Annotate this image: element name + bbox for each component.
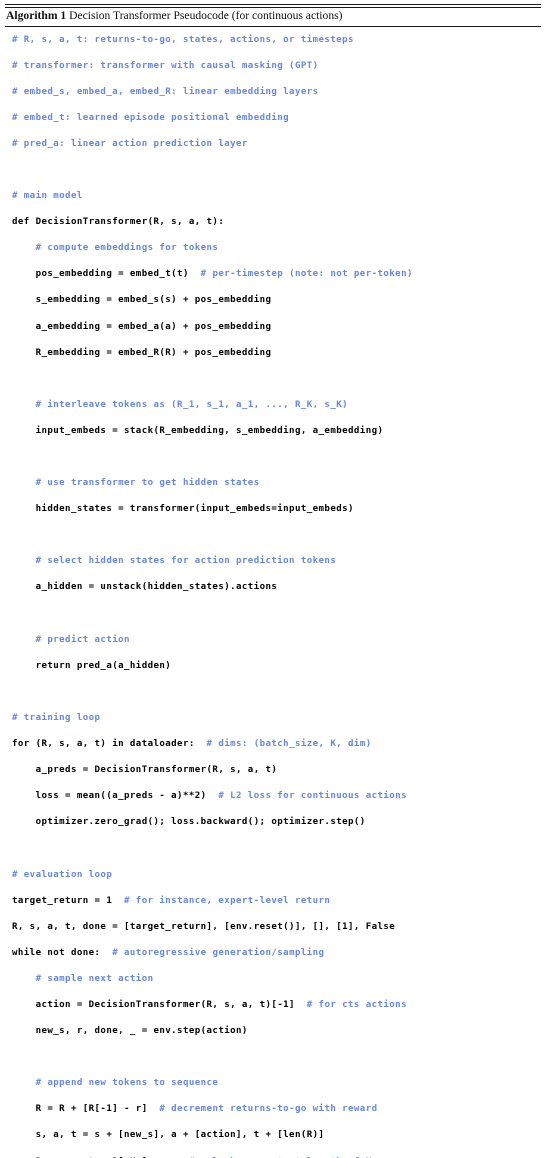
code-comment: # transformer: transformer with causal m… (12, 61, 319, 71)
code-line: a_embedding = embed_a(a) + pos_embedding (12, 321, 541, 334)
code-token: R = R + [R[-1] - r] (12, 1104, 148, 1114)
code-token: s, a, t = s + [new_s], a + [action], t +… (12, 1130, 324, 1140)
code-token: a_embedding = embed_a(a) + pos_embedding (12, 322, 271, 332)
code-comment: # main model (12, 191, 83, 201)
code-line: new_s, r, done, _ = env.step(action) (12, 1025, 541, 1038)
code-comment: # use transformer to get hidden states (12, 478, 260, 488)
code-line: R, s, a, t, done = [target_return], [env… (12, 921, 541, 934)
code-line: action = DecisionTransformer(R, s, a, t)… (12, 999, 541, 1012)
code-line: # interleave tokens as (R_1, s_1, a_1, .… (12, 399, 541, 412)
code-line: # compute embeddings for tokens (12, 242, 541, 255)
code-token: action = DecisionTransformer(R, s, a, t)… (12, 1000, 295, 1010)
code-line: a_hidden = unstack(hidden_states).action… (12, 581, 541, 594)
code-line: # transformer: transformer with causal m… (12, 60, 541, 73)
code-token: new_s, r, done, _ = env.step(action) (12, 1026, 248, 1036)
code-token: a_preds = DecisionTransformer(R, s, a, t… (12, 765, 277, 775)
code-blank-line (12, 164, 541, 177)
code-line: for (R, s, a, t) in dataloader: # dims: … (12, 738, 541, 751)
code-comment: # L2 loss for continuous actions (207, 791, 407, 801)
code-token: hidden_states = transformer(input_embeds… (12, 504, 354, 514)
code-blank-line (12, 686, 541, 699)
code-line: return pred_a(a_hidden) (12, 660, 541, 673)
code-line: # sample next action (12, 973, 541, 986)
code-comment: # evaluation loop (12, 870, 112, 880)
code-comment: # autoregressive generation/sampling (100, 948, 324, 958)
code-line: # main model (12, 190, 541, 203)
code-comment: # predict action (12, 635, 130, 645)
code-token: R_embedding = embed_R(R) + pos_embedding (12, 348, 271, 358)
code-token: optimizer.zero_grad(); loss.backward(); … (12, 817, 366, 827)
algorithm-block: Algorithm 1 Decision Transformer Pseudoc… (5, 4, 541, 1158)
code-token: def DecisionTransformer(R, s, a, t): (12, 217, 224, 227)
code-blank-line (12, 842, 541, 855)
code-token: R, s, a, t, done = [target_return], [env… (12, 922, 395, 932)
code-line: s_embedding = embed_s(s) + pos_embedding (12, 294, 541, 307)
code-line: pos_embedding = embed_t(t) # per-timeste… (12, 268, 541, 281)
code-line: # select hidden states for action predic… (12, 555, 541, 568)
code-line: # pred_a: linear action prediction layer (12, 138, 541, 151)
code-line: # embed_s, embed_a, embed_R: linear embe… (12, 86, 541, 99)
code-comment: # training loop (12, 713, 100, 723)
code-comment: # only keep context length of K (177, 1157, 372, 1158)
algorithm-caption-text: Decision Transformer Pseudocode (for con… (69, 9, 342, 22)
code-line: input_embeds = stack(R_embedding, s_embe… (12, 425, 541, 438)
code-comment: # pred_a: linear action prediction layer (12, 139, 248, 149)
code-comment: # select hidden states for action predic… (12, 556, 336, 566)
algorithm-label: Algorithm 1 (6, 9, 66, 22)
code-token: return pred_a(a_hidden) (12, 661, 171, 671)
code-token: input_embeds = stack(R_embedding, s_embe… (12, 426, 383, 436)
code-line: R = R + [R[-1] - r] # decrement returns-… (12, 1103, 541, 1116)
code-token: for (R, s, a, t) in dataloader: (12, 739, 195, 749)
code-line: # use transformer to get hidden states (12, 477, 541, 490)
code-line: while not done: # autoregressive generat… (12, 947, 541, 960)
code-comment: # per-timestep (note: not per-token) (189, 269, 413, 279)
code-token: while not done: (12, 948, 100, 958)
code-blank-line (12, 608, 541, 621)
code-comment: # compute embeddings for tokens (12, 243, 218, 253)
code-line: loss = mean((a_preds - a)**2) # L2 loss … (12, 790, 541, 803)
code-blank-line (12, 529, 541, 542)
code-line: def DecisionTransformer(R, s, a, t): (12, 216, 541, 229)
code-line: # R, s, a, t: returns-to-go, states, act… (12, 34, 541, 47)
algorithm-caption: Algorithm 1 Decision Transformer Pseudoc… (5, 8, 541, 25)
pseudocode-area: # R, s, a, t: returns-to-go, states, act… (5, 27, 541, 1158)
code-comment: # embed_t: learned episode positional em… (12, 113, 289, 123)
code-line: # training loop (12, 712, 541, 725)
code-line: a_preds = DecisionTransformer(R, s, a, t… (12, 764, 541, 777)
code-comment: # for cts actions (295, 1000, 407, 1010)
code-token: R, s, a, t = R[-K:], ... (12, 1157, 177, 1158)
code-line: optimizer.zero_grad(); loss.backward(); … (12, 816, 541, 829)
code-line: R, s, a, t = R[-K:], ... # only keep con… (12, 1156, 541, 1158)
pseudocode-listing: # R, s, a, t: returns-to-go, states, act… (12, 34, 541, 1158)
code-comment: # interleave tokens as (R_1, s_1, a_1, .… (12, 400, 348, 410)
code-comment: # embed_s, embed_a, embed_R: linear embe… (12, 87, 319, 97)
code-blank-line (12, 1051, 541, 1064)
code-comment: # for instance, expert-level return (112, 896, 330, 906)
code-comment: # append new tokens to sequence (12, 1078, 218, 1088)
code-line: hidden_states = transformer(input_embeds… (12, 503, 541, 516)
code-comment: # sample next action (12, 974, 153, 984)
code-line: # embed_t: learned episode positional em… (12, 112, 541, 125)
code-line: R_embedding = embed_R(R) + pos_embedding (12, 347, 541, 360)
code-token: loss = mean((a_preds - a)**2) (12, 791, 207, 801)
code-comment: # R, s, a, t: returns-to-go, states, act… (12, 35, 354, 45)
code-comment: # dims: (batch_size, K, dim) (195, 739, 372, 749)
code-line: # evaluation loop (12, 869, 541, 882)
code-line: # predict action (12, 634, 541, 647)
code-token: pos_embedding = embed_t(t) (12, 269, 189, 279)
top-rule (5, 4, 541, 5)
code-line: target_return = 1 # for instance, expert… (12, 895, 541, 908)
code-blank-line (12, 373, 541, 386)
code-token: s_embedding = embed_s(s) + pos_embedding (12, 295, 271, 305)
code-comment: # decrement returns-to-go with reward (148, 1104, 378, 1114)
code-token: target_return = 1 (12, 896, 112, 906)
code-line: s, a, t = s + [new_s], a + [action], t +… (12, 1129, 541, 1142)
code-blank-line (12, 451, 541, 464)
code-line: # append new tokens to sequence (12, 1077, 541, 1090)
code-token: a_hidden = unstack(hidden_states).action… (12, 582, 277, 592)
